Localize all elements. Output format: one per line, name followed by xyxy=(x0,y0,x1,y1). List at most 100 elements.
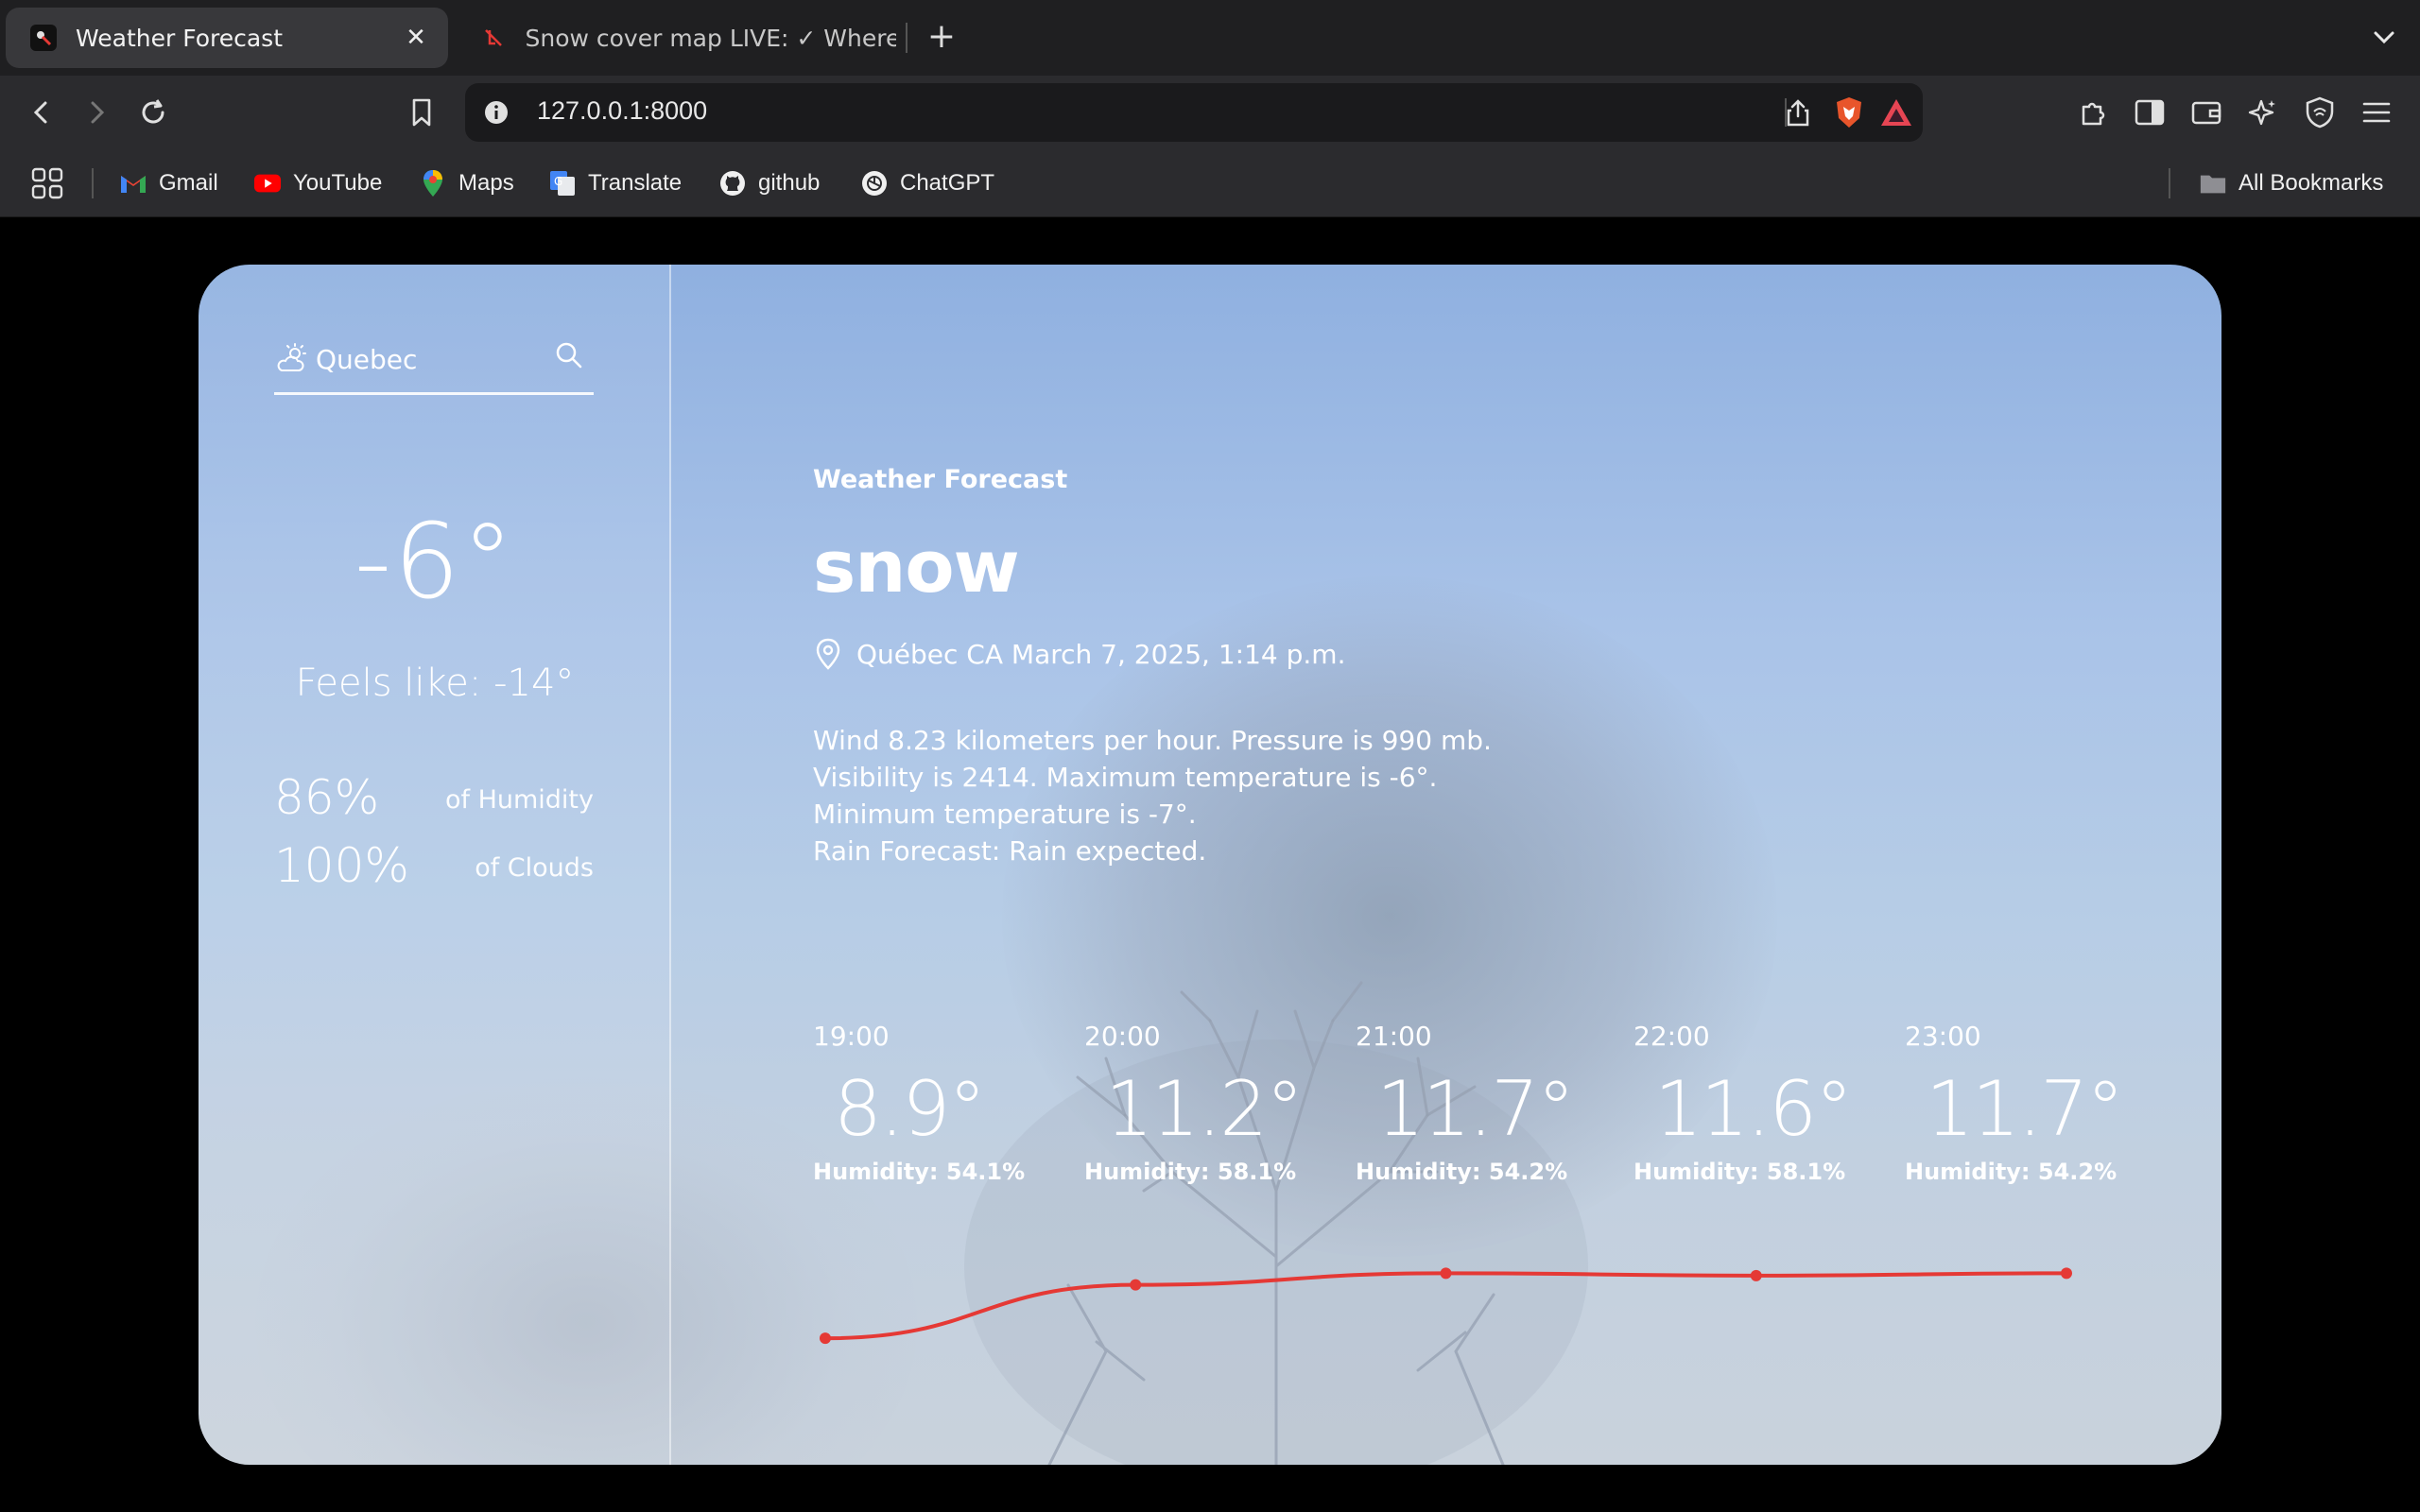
description-line: Visibility is 2414. Maximum temperature … xyxy=(813,762,1438,830)
leo-ai-icon[interactable] xyxy=(2242,92,2284,133)
search-box xyxy=(274,333,594,395)
svg-text:G: G xyxy=(554,175,562,188)
bookmark-translate[interactable]: G Translate xyxy=(548,164,682,202)
all-bookmarks-button[interactable]: All Bookmarks xyxy=(2199,164,2383,202)
location-pin-icon xyxy=(816,638,840,670)
menu-icon[interactable] xyxy=(2356,92,2397,133)
forecast-temp: 11.6° xyxy=(1654,1065,1853,1153)
forecast-time: 23:00 xyxy=(1905,1021,1981,1052)
sidebar-panel: -6° Feels like: -14° 86% of Humidity 100… xyxy=(199,265,671,1465)
sidebar-toggle-icon[interactable] xyxy=(2129,92,2170,133)
forecast-hour: 19:00 8.9° Humidity: 54.1% xyxy=(813,1021,1040,1185)
description-line: Wind 8.23 kilometers per hour. Pressure … xyxy=(813,725,1492,756)
forecast-humidity: Humidity: 54.2% xyxy=(1905,1159,2118,1185)
city-search-input[interactable] xyxy=(316,340,552,378)
app-title: Weather Forecast xyxy=(813,465,1068,494)
humidity-stat: 86% of Humidity xyxy=(274,770,594,827)
forecast-humidity: Humidity: 54.1% xyxy=(813,1159,1026,1185)
vpn-icon[interactable] xyxy=(2299,92,2341,133)
tab-snow-cover-map[interactable]: Snow cover map LIVE: ✓ Where i xyxy=(461,8,896,68)
bookmark-youtube[interactable]: YouTube xyxy=(253,164,382,202)
location-row: Québec CA March 7, 2025, 1:14 p.m. xyxy=(813,635,1345,673)
forecast-time: 20:00 xyxy=(1084,1021,1161,1052)
forecast-humidity: Humidity: 58.1% xyxy=(1084,1159,1297,1185)
chatgpt-icon xyxy=(860,169,889,198)
forecast-hour: 23:00 11.7° Humidity: 54.2% xyxy=(1905,1021,2132,1185)
weather-condition: snow xyxy=(813,524,1020,609)
temperature-series-line xyxy=(824,1271,2067,1341)
site-info-icon[interactable] xyxy=(482,98,510,127)
bookmark-label: Gmail xyxy=(159,170,218,196)
forecast-humidity: Humidity: 54.2% xyxy=(1356,1159,1568,1185)
divider xyxy=(1785,98,1787,127)
bookmark-label: Translate xyxy=(588,170,683,196)
weather-card: -6° Feels like: -14° 86% of Humidity 100… xyxy=(199,265,2221,1465)
clouds-stat: 100% of Clouds xyxy=(274,838,594,895)
weather-description: Wind 8.23 kilometers per hour. Pressure … xyxy=(813,722,1512,869)
bookmarks-bar: Gmail YouTube Maps G Translate github Ch… xyxy=(0,149,2420,217)
youtube-icon xyxy=(253,169,282,198)
tab-weather-forecast[interactable]: Weather Forecast ✕ xyxy=(6,8,448,68)
forecast-humidity: Humidity: 58.1% xyxy=(1634,1159,1846,1185)
bookmark-maps[interactable]: Maps xyxy=(419,164,514,202)
extensions-icon[interactable] xyxy=(2072,92,2114,133)
bookmark-label: Maps xyxy=(458,170,514,196)
bookmark-label: ChatGPT xyxy=(900,170,995,196)
brave-rewards-icon[interactable] xyxy=(1876,92,1917,133)
all-bookmarks-label: All Bookmarks xyxy=(2238,170,2384,196)
search-icon[interactable] xyxy=(552,338,586,372)
bookmark-label: github xyxy=(758,170,821,196)
location-text: Québec CA March 7, 2025, 1:14 p.m. xyxy=(856,638,1346,670)
chevron-down-icon[interactable] xyxy=(2367,21,2401,55)
share-icon[interactable] xyxy=(1777,92,1819,133)
main-panel: Weather Forecast snow Québec CA March 7,… xyxy=(671,265,2221,1465)
translate-icon: G xyxy=(548,169,577,198)
weather-favicon-icon xyxy=(30,25,57,51)
temperature-point xyxy=(1130,1279,1142,1291)
tab-separator xyxy=(906,23,908,53)
forecast-time: 19:00 xyxy=(813,1021,890,1052)
forecast-hour: 22:00 11.6° Humidity: 58.1% xyxy=(1634,1021,1860,1185)
current-temperature: -6° xyxy=(354,501,516,622)
forecast-temp: 11.7° xyxy=(1926,1065,2124,1153)
apps-grid-icon[interactable] xyxy=(30,164,64,202)
clouds-value: 100% xyxy=(274,838,409,893)
bookmark-gmail[interactable]: Gmail xyxy=(119,164,218,202)
tab-title: Weather Forecast xyxy=(76,24,283,52)
url-text[interactable]: 127.0.0.1:8000 xyxy=(537,96,707,126)
close-tab-icon[interactable]: ✕ xyxy=(399,21,433,55)
temperature-point xyxy=(1440,1267,1452,1280)
humidity-label: of Humidity xyxy=(444,785,594,815)
news-favicon-icon xyxy=(480,25,506,51)
address-bar[interactable]: 127.0.0.1:8000 xyxy=(465,83,1923,142)
humidity-value: 86% xyxy=(274,770,380,825)
maps-icon xyxy=(419,169,447,198)
bookmark-chatgpt[interactable]: ChatGPT xyxy=(860,164,994,202)
brave-shields-icon[interactable] xyxy=(1828,92,1870,133)
forward-icon[interactable] xyxy=(76,92,117,133)
wallet-icon[interactable] xyxy=(2186,92,2227,133)
temperature-point xyxy=(1750,1269,1762,1281)
github-icon xyxy=(718,169,747,198)
forecast-hour: 21:00 11.7° Humidity: 54.2% xyxy=(1356,1021,1582,1185)
temperature-point xyxy=(2061,1267,2072,1280)
feels-like-text: Feels like: -14° xyxy=(295,662,575,705)
gmail-icon xyxy=(119,169,147,198)
clouds-label: of Clouds xyxy=(475,853,594,883)
back-icon[interactable] xyxy=(21,92,62,133)
forecast-hour: 20:00 11.2° Humidity: 58.1% xyxy=(1084,1021,1311,1185)
tab-title: Snow cover map LIVE: ✓ Where i xyxy=(525,24,896,52)
forecast-temp: 11.7° xyxy=(1376,1065,1575,1153)
bookmark-github[interactable]: github xyxy=(718,164,820,202)
description-line: Rain Forecast: Rain expected. xyxy=(813,835,1207,867)
forecast-temp: 11.2° xyxy=(1105,1065,1304,1153)
reload-icon[interactable] xyxy=(132,92,174,133)
divider xyxy=(2169,168,2170,198)
forecast-time: 22:00 xyxy=(1634,1021,1710,1052)
partly-cloudy-icon xyxy=(277,343,306,371)
tab-bar: Weather Forecast ✕ Snow cover map LIVE: … xyxy=(0,0,2420,76)
new-tab-button[interactable]: + xyxy=(923,19,960,57)
forecast-temp: 8.9° xyxy=(834,1065,986,1153)
bookmark-icon[interactable] xyxy=(401,92,442,133)
folder-icon xyxy=(2199,169,2227,198)
